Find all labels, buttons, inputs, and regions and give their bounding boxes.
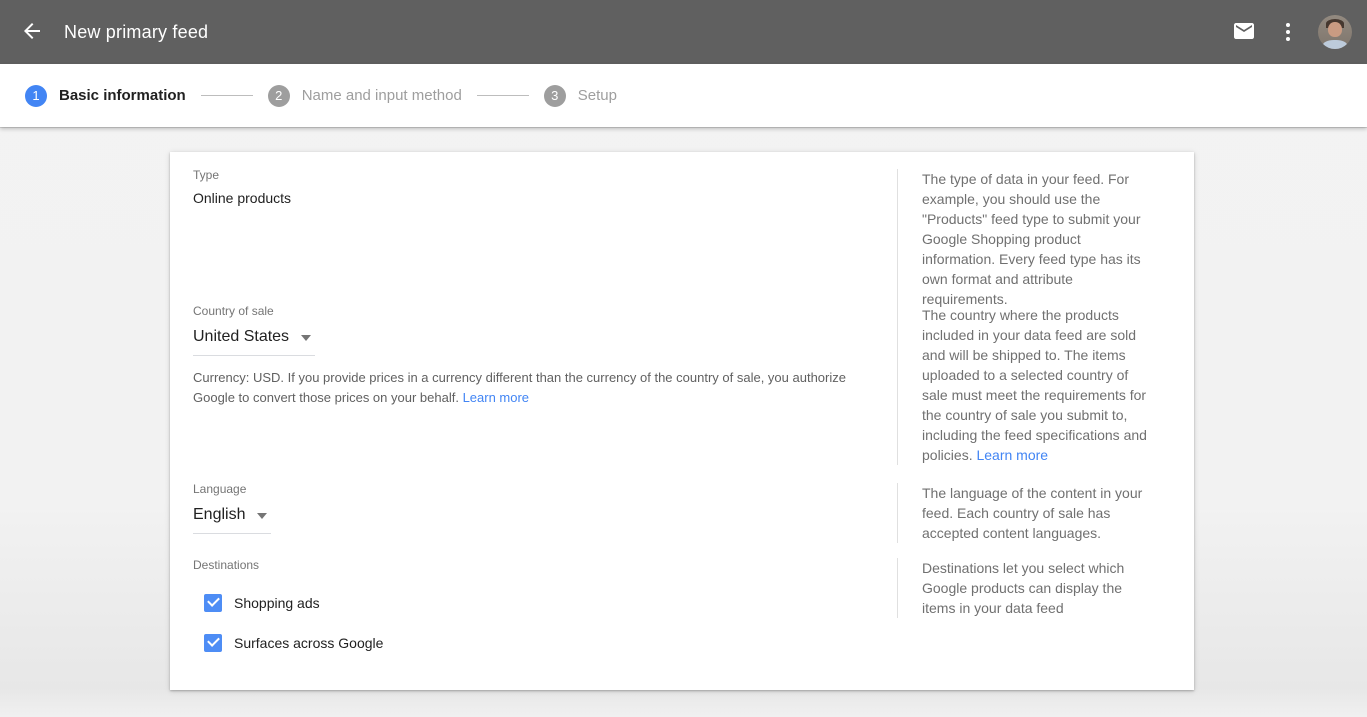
step-basic-information[interactable]: 1 Basic information — [25, 85, 186, 107]
currency-note: Currency: USD. If you provide prices in … — [193, 368, 853, 408]
destination-option-label: Shopping ads — [234, 595, 320, 611]
step-2-label: Name and input method — [302, 87, 462, 104]
avatar-shirt — [1323, 40, 1347, 49]
step-3-circle: 3 — [544, 85, 566, 107]
language-label: Language — [193, 482, 897, 496]
step-name-input-method[interactable]: 2 Name and input method — [268, 85, 462, 107]
user-avatar[interactable] — [1318, 15, 1352, 49]
country-of-sale-section: Country of sale United States Currency: … — [170, 296, 1194, 480]
page-title: New primary feed — [64, 22, 208, 43]
step-setup[interactable]: 3 Setup — [544, 85, 617, 107]
learn-more-link[interactable]: Learn more — [463, 390, 529, 405]
country-of-sale-value: United States — [193, 328, 289, 346]
language-value: English — [193, 506, 245, 524]
step-3-label: Setup — [578, 87, 617, 104]
avatar-face — [1328, 22, 1342, 37]
kebab-menu-icon — [1286, 23, 1290, 41]
arrow-left-icon — [20, 19, 44, 46]
destinations-section: Destinations Shopping ads Surfaces acros… — [170, 556, 1194, 690]
destinations-label: Destinations — [193, 558, 897, 572]
app-bar: New primary feed — [0, 0, 1367, 64]
country-of-sale-label: Country of sale — [193, 304, 897, 318]
type-label: Type — [193, 168, 897, 182]
checkbox-checked-icon[interactable] — [204, 634, 222, 652]
type-value: Online products — [193, 190, 897, 206]
more-options-button[interactable] — [1266, 10, 1310, 54]
country-help-text: The country where the products included … — [897, 305, 1157, 465]
mail-button[interactable] — [1222, 10, 1266, 54]
step-1-label: Basic information — [59, 87, 186, 104]
feed-form-card: Type Online products The type of data in… — [170, 152, 1194, 690]
destination-option-shopping-ads[interactable]: Shopping ads — [193, 594, 897, 612]
country-of-sale-select[interactable]: United States — [193, 326, 315, 356]
mail-icon — [1232, 19, 1256, 46]
destinations-help-text: Destinations let you select which Google… — [897, 558, 1157, 618]
destination-option-surfaces-across-google[interactable]: Surfaces across Google — [193, 634, 897, 652]
language-help-text: The language of the content in your feed… — [897, 483, 1157, 543]
type-section: Type Online products The type of data in… — [170, 152, 1194, 296]
language-select[interactable]: English — [193, 504, 271, 534]
main-content: Type Online products The type of data in… — [0, 152, 1367, 690]
learn-more-link[interactable]: Learn more — [976, 445, 1048, 465]
step-connector — [201, 95, 253, 96]
step-1-circle: 1 — [25, 85, 47, 107]
step-2-circle: 2 — [268, 85, 290, 107]
chevron-down-icon — [257, 513, 267, 519]
language-section: Language English The language of the con… — [170, 480, 1194, 556]
step-connector — [477, 95, 529, 96]
back-button[interactable] — [10, 10, 54, 54]
destination-option-label: Surfaces across Google — [234, 635, 383, 651]
type-help-text: The type of data in your feed. For examp… — [897, 169, 1157, 309]
checkbox-checked-icon[interactable] — [204, 594, 222, 612]
stepper: 1 Basic information 2 Name and input met… — [0, 64, 1367, 127]
chevron-down-icon — [301, 335, 311, 341]
